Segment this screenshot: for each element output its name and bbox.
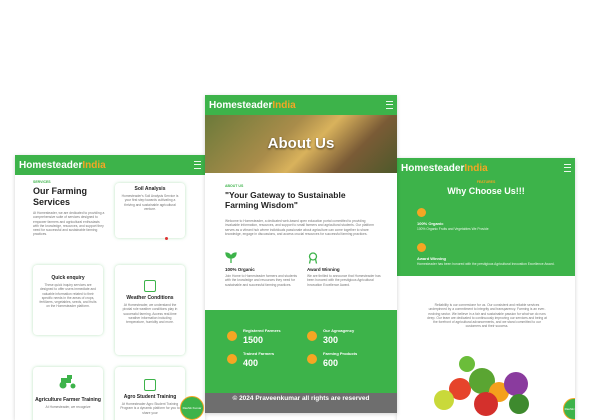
header-bar: HomesteaderIndia xyxy=(15,155,205,175)
features-panel: HomesteaderIndia FEATURES Why Choose Us!… xyxy=(397,158,575,420)
feature-title: 100% Organic xyxy=(225,267,255,272)
stat-value: 400 xyxy=(243,358,259,368)
stat-dot-icon xyxy=(307,331,317,341)
service-card-quick-enquiry[interactable]: Quick enquiry These quick inquiry servic… xyxy=(33,265,103,335)
services-panel: HomesteaderIndia SERVICES Our Farming Se… xyxy=(15,155,205,420)
stat-value: 600 xyxy=(323,358,339,368)
hero-image: About Us xyxy=(205,115,397,173)
feature-title: Award Winning xyxy=(417,256,446,261)
stat-value: 1500 xyxy=(243,335,264,345)
leaf-icon xyxy=(225,252,237,263)
brand-logo[interactable]: HomesteaderIndia xyxy=(19,160,106,171)
organic-icon xyxy=(417,208,426,217)
footer-copyright: © 2024 Praveenkumar all rights are reser… xyxy=(205,393,397,413)
feature-title: 100% Organic xyxy=(417,221,444,226)
service-card-weather[interactable]: Weather Conditions At Homesteader, we un… xyxy=(115,265,185,355)
stat-dot-icon xyxy=(227,331,237,341)
section-eyebrow: ABOUT US xyxy=(225,184,244,188)
features-banner: FEATURES Why Choose Us!!! 100% Organic 1… xyxy=(397,178,575,276)
card-title: Agro Student Training xyxy=(123,394,177,400)
student-icon xyxy=(144,379,156,391)
section-eyebrow: FEATURES xyxy=(476,180,496,184)
card-title: Agriculture Farmer Training xyxy=(35,397,101,403)
stat-label: Our Agroagency xyxy=(323,328,355,333)
weather-icon xyxy=(144,280,156,292)
card-desc: Homesteader's Soil Analysis Service is y… xyxy=(121,194,179,211)
menu-icon[interactable] xyxy=(194,161,201,169)
feature-title: Award Winning xyxy=(307,267,340,272)
card-title: Soil Analysis xyxy=(134,186,166,192)
service-card-farmer-training[interactable]: Agriculture Farmer Training At Homestead… xyxy=(33,367,103,420)
header-bar: HomesteaderIndia xyxy=(397,158,575,178)
award-icon xyxy=(417,243,426,252)
stat-label: Trained Farmers xyxy=(243,351,275,356)
stat-dot-icon xyxy=(307,354,317,364)
intro-text: At Homesteader, we are dedicated to prov… xyxy=(33,211,105,237)
section-eyebrow: SERVICES xyxy=(33,180,51,184)
marker-dot-icon xyxy=(165,237,168,240)
header-bar: HomesteaderIndia xyxy=(205,95,397,115)
stats-section: Registered Farmers 1500 Our Agroagency 3… xyxy=(205,310,397,393)
award-icon xyxy=(308,252,318,264)
stat-dot-icon xyxy=(227,354,237,364)
service-card-soil[interactable]: Soil Analysis Homesteader's Soil Analysi… xyxy=(115,183,185,238)
card-desc: These quick inquiry services are designe… xyxy=(39,283,97,309)
about-headline: "Your Gateway to Sustainable Farming Wis… xyxy=(225,190,346,210)
page-title: Our Farming Services xyxy=(33,186,88,207)
feature-desc: We are thrilled to announce that Homeste… xyxy=(307,274,381,287)
chat-badge[interactable]: Rashik Kumar xyxy=(563,398,575,420)
card-title: Weather Conditions xyxy=(126,295,174,301)
brand-logo[interactable]: HomesteaderIndia xyxy=(401,163,488,174)
card-title: Quick enquiry xyxy=(51,275,85,281)
tractor-icon xyxy=(59,375,76,389)
feature-desc: Join Home to Homesteader farmers and stu… xyxy=(225,274,298,287)
menu-icon[interactable] xyxy=(564,164,571,172)
feature-desc: Homesteader has been honored with the pr… xyxy=(417,262,555,266)
about-body: Reliability is our cornerstone for us. O… xyxy=(427,303,547,329)
brand-logo[interactable]: HomesteaderIndia xyxy=(209,100,296,111)
chat-badge[interactable]: Rashik Kumar xyxy=(180,396,204,420)
feature-desc: 100% Organic Fruits and Vegetables We Pr… xyxy=(417,227,489,231)
card-desc: At Homesteader, we recognize xyxy=(45,405,91,409)
card-desc: At Homesteader Agro Student Training Pro… xyxy=(120,402,180,415)
stat-label: Registered Farmers xyxy=(243,328,281,333)
menu-icon[interactable] xyxy=(386,101,393,109)
section-title: Why Choose Us!!! xyxy=(447,186,525,196)
card-desc: At Homesteader, we understand the pivota… xyxy=(122,303,178,325)
about-panel: HomesteaderIndia About Us ABOUT US "Your… xyxy=(205,95,397,413)
stat-label: Farming Products xyxy=(323,351,358,356)
about-body: Welcome to Homesteader, a dedicated web-… xyxy=(225,219,374,236)
service-card-student-training[interactable]: Agro Student Training At Homesteader Agr… xyxy=(115,367,185,420)
hero-title: About Us xyxy=(267,135,335,152)
vegetables-image xyxy=(429,348,539,420)
stat-value: 300 xyxy=(323,335,339,345)
